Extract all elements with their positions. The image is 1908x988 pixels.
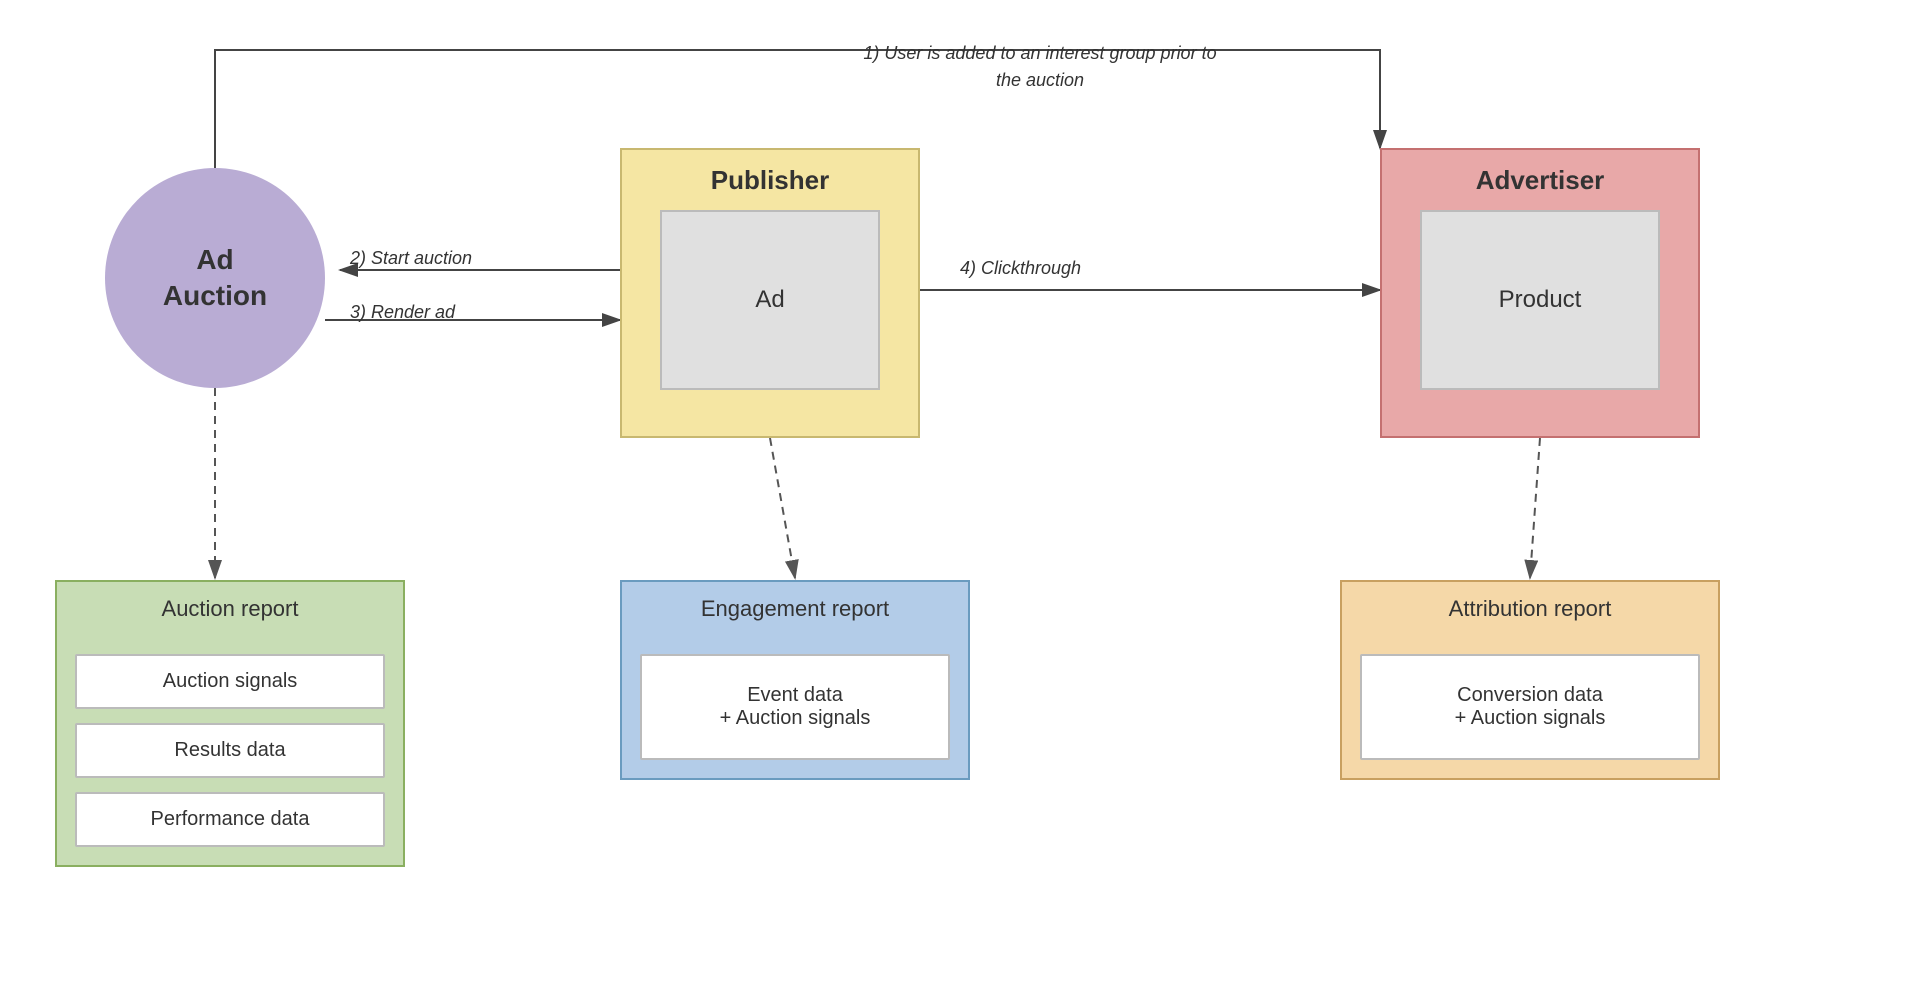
diagram-container: 1) User is added to an interest group pr… xyxy=(0,0,1908,988)
engagement-report: Engagement report Event data+ Auction si… xyxy=(620,580,970,780)
auction-report-body: Auction signals Results data Performance… xyxy=(57,636,403,865)
advertiser-title: Advertiser xyxy=(1476,165,1605,196)
advertiser-box: Advertiser Product xyxy=(1380,148,1700,438)
advertiser-inner-box: Product xyxy=(1420,210,1660,390)
interest-group-note: 1) User is added to an interest group pr… xyxy=(860,40,1220,94)
render-ad-label: 3) Render ad xyxy=(350,302,455,323)
clickthrough-label: 4) Clickthrough xyxy=(960,258,1081,279)
publisher-inner-label: Ad xyxy=(755,286,784,314)
advertiser-inner-label: Product xyxy=(1499,286,1582,314)
auction-report-title: Auction report xyxy=(57,582,403,636)
attribution-report: Attribution report Conversion data+ Auct… xyxy=(1340,580,1720,780)
auction-signals-item: Auction signals xyxy=(75,654,385,709)
results-data-item: Results data xyxy=(75,723,385,778)
attribution-report-title: Attribution report xyxy=(1342,582,1718,636)
publisher-title: Publisher xyxy=(711,165,829,196)
attribution-report-body: Conversion data+ Auction signals xyxy=(1342,636,1718,778)
conversion-data-item: Conversion data+ Auction signals xyxy=(1360,654,1700,760)
publisher-box: Publisher Ad xyxy=(620,148,920,438)
ad-auction-label: AdAuction xyxy=(163,242,267,315)
engagement-report-title: Engagement report xyxy=(622,582,968,636)
publisher-inner-box: Ad xyxy=(660,210,880,390)
engagement-report-body: Event data+ Auction signals xyxy=(622,636,968,778)
ad-auction-node: AdAuction xyxy=(105,168,325,388)
performance-data-item: Performance data xyxy=(75,792,385,847)
auction-report: Auction report Auction signals Results d… xyxy=(55,580,405,867)
event-data-item: Event data+ Auction signals xyxy=(640,654,950,760)
start-auction-label: 2) Start auction xyxy=(350,248,472,269)
